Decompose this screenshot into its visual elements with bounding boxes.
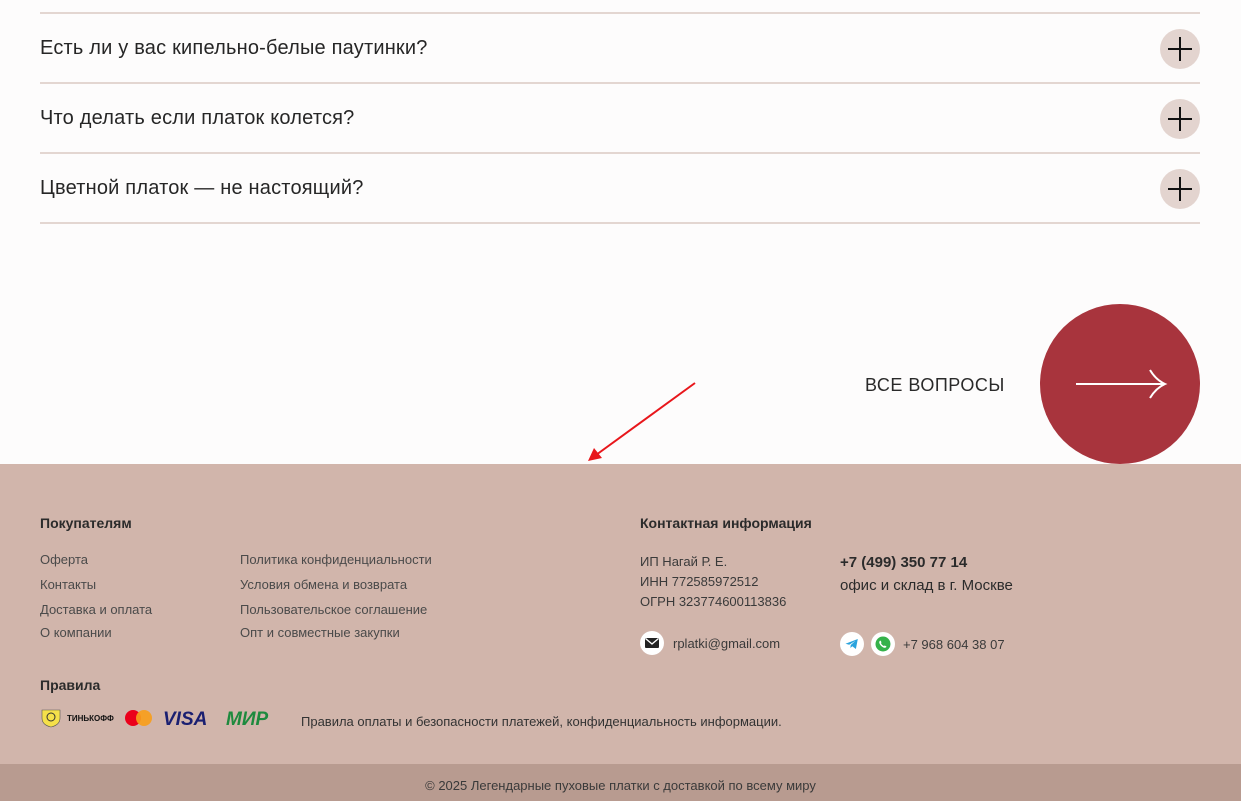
arrow-right-icon: [1076, 369, 1168, 399]
svg-text:ТИНЬКОФФ: ТИНЬКОФФ: [67, 714, 114, 723]
faq-item[interactable]: Что делать если платок колется?: [40, 84, 1200, 154]
mail-icon[interactable]: [640, 631, 664, 655]
mir-logo-icon: МИР: [226, 709, 268, 730]
telegram-icon[interactable]: [840, 632, 864, 656]
rules-heading: Правила: [40, 677, 101, 693]
email-link[interactable]: rplatki@gmail.com: [673, 636, 780, 651]
contacts-heading: Контактная информация: [640, 515, 812, 531]
link-about[interactable]: О компании: [40, 625, 112, 640]
plus-icon[interactable]: [1160, 29, 1200, 69]
faq-list: Есть ли у вас кипельно-белые паутинки? Ч…: [40, 12, 1200, 224]
plus-icon[interactable]: [1160, 169, 1200, 209]
payment-logos: ТИНЬКОФФ VISA МИР: [41, 709, 268, 730]
company-ogrn: ОГРН 323774600113836: [640, 594, 787, 609]
all-questions-link[interactable]: ВСЕ ВОПРОСЫ: [865, 375, 1005, 396]
link-exchange[interactable]: Условия обмена и возврата: [240, 577, 407, 592]
copyright-text: © 2025 Легендарные пуховые платки с дост…: [425, 778, 816, 793]
phone-link[interactable]: +7 (499) 350 77 14: [840, 554, 967, 571]
buyers-heading: Покупателям: [40, 515, 132, 531]
tinkoff-logo-icon: ТИНЬКОФФ: [41, 709, 114, 728]
faq-question: Что делать если платок колется?: [40, 106, 355, 129]
footer: Покупателям Оферта Контакты Доставка и о…: [0, 464, 1241, 764]
whatsapp-icon[interactable]: [871, 632, 895, 656]
mastercard-logo-icon: [125, 710, 152, 726]
visa-logo-icon: VISA: [163, 709, 207, 730]
link-wholesale[interactable]: Опт и совместные закупки: [240, 625, 400, 640]
all-questions-button[interactable]: [1040, 304, 1200, 464]
link-delivery[interactable]: Доставка и оплата: [40, 602, 152, 617]
faq-item[interactable]: Цветной платок — не настоящий?: [40, 154, 1200, 224]
annotation-arrow-icon: [588, 382, 696, 461]
company-name: ИП Нагай Р. Е.: [640, 554, 728, 569]
messenger-phone[interactable]: +7 968 604 38 07: [903, 637, 1005, 652]
faq-question: Цветной платок — не настоящий?: [40, 176, 364, 199]
office-text: офис и склад в г. Москве: [840, 577, 1013, 594]
link-privacy[interactable]: Политика конфиденциальности: [240, 552, 432, 567]
plus-icon[interactable]: [1160, 99, 1200, 139]
faq-item[interactable]: Есть ли у вас кипельно-белые паутинки?: [40, 14, 1200, 84]
link-agreement[interactable]: Пользовательское соглашение: [240, 602, 427, 617]
company-inn: ИНН 772585972512: [640, 574, 759, 589]
copyright-bar: © 2025 Легендарные пуховые платки с дост…: [0, 764, 1241, 801]
rules-link[interactable]: Правила оплаты и безопасности платежей, …: [301, 714, 782, 729]
faq-question: Есть ли у вас кипельно-белые паутинки?: [40, 36, 428, 59]
link-offer[interactable]: Оферта: [40, 552, 88, 567]
link-contacts[interactable]: Контакты: [40, 577, 96, 592]
